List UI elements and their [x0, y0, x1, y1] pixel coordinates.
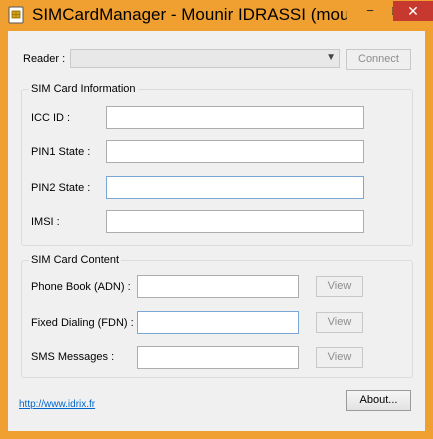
title-bar[interactable]: SIMCardManager - Mounir IDRASSI (mouni −… [0, 0, 433, 30]
reader-label: Reader : [23, 53, 66, 65]
view-sms-button[interactable]: View [316, 347, 363, 368]
window-title: SIMCardManager - Mounir IDRASSI (mouni [32, 5, 347, 24]
imsi-label: IMSI : [31, 216, 60, 228]
icc-id-field[interactable] [106, 106, 364, 129]
about-button[interactable]: About... [346, 390, 411, 411]
fixed-dialing-label: Fixed Dialing (FDN) : [31, 317, 134, 329]
phone-book-label: Phone Book (ADN) : [31, 281, 131, 293]
close-button[interactable]: ✕ [393, 1, 433, 21]
dropdown-chevron-icon: ▼ [326, 52, 336, 63]
sim-content-title: SIM Card Content [29, 254, 122, 266]
app-icon [8, 6, 24, 24]
reader-select[interactable]: ▼ [70, 49, 340, 68]
pin1-state-field[interactable] [106, 140, 364, 163]
pin2-state-field[interactable] [106, 176, 364, 199]
icc-id-label: ICC ID : [31, 112, 71, 124]
sim-info-title: SIM Card Information [29, 83, 138, 95]
view-fixed-dialing-button[interactable]: View [316, 312, 363, 333]
pin2-state-label: PIN2 State : [31, 182, 91, 194]
view-phone-book-button[interactable]: View [316, 276, 363, 297]
sms-messages-field[interactable] [137, 346, 299, 369]
sms-messages-label: SMS Messages : [31, 351, 115, 363]
phone-book-field[interactable] [137, 275, 299, 298]
connect-button[interactable]: Connect [346, 49, 411, 70]
minimize-button[interactable]: − [357, 1, 383, 21]
website-link[interactable]: http://www.idrix.fr [19, 399, 95, 410]
pin1-state-label: PIN1 State : [31, 146, 91, 158]
client-area: Reader : ▼ Connect SIM Card Information … [8, 31, 425, 431]
fixed-dialing-field[interactable] [137, 311, 299, 334]
imsi-field[interactable] [106, 210, 364, 233]
app-window: SIMCardManager - Mounir IDRASSI (mouni −… [0, 0, 433, 439]
